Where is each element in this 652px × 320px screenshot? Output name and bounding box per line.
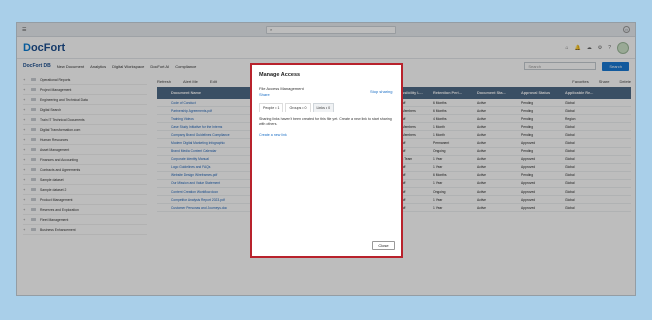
access-tabs: People • 1 Groups • 0 Links • 0	[259, 103, 335, 112]
dialog-title: Manage Access	[259, 72, 301, 78]
dialog-subtitle: File Access Management	[259, 86, 304, 91]
stop-sharing-link[interactable]: Stop sharing	[370, 89, 392, 94]
close-button[interactable]: Close	[372, 241, 395, 250]
share-link[interactable]: Share	[259, 92, 270, 97]
create-link-button[interactable]: Create a new link	[259, 133, 287, 137]
manage-access-dialog: Manage Access File Access Management Sha…	[250, 63, 403, 258]
tab-groups[interactable]: Groups • 0	[285, 103, 311, 112]
no-links-message: Sharing links haven't been created for t…	[259, 117, 392, 126]
tab-people[interactable]: People • 1	[259, 103, 284, 112]
tab-links[interactable]: Links • 0	[312, 103, 335, 112]
